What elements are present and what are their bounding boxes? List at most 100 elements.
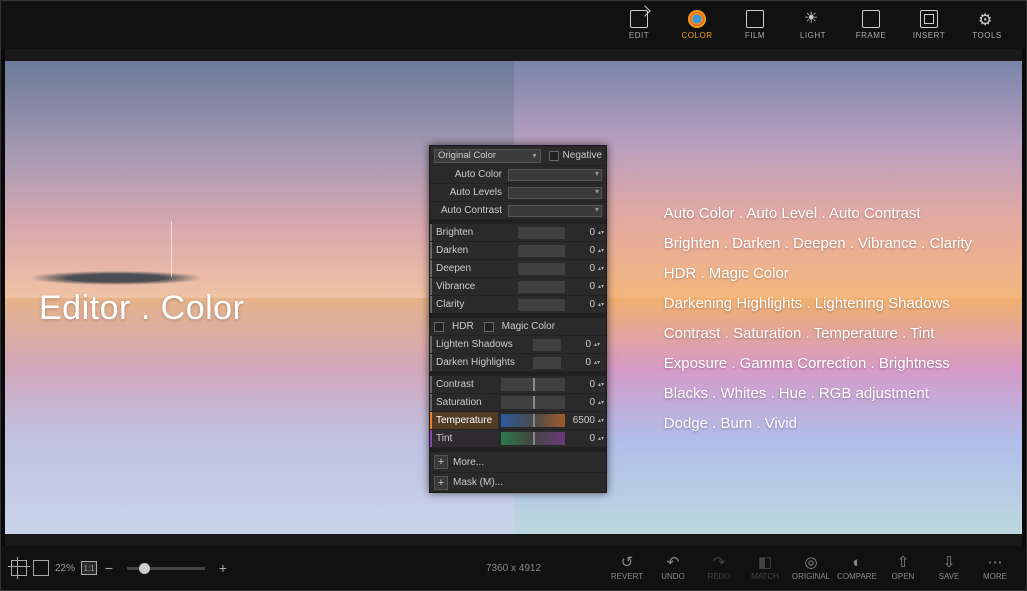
- film-tab[interactable]: FILM: [728, 5, 782, 45]
- vibrance-stepper[interactable]: ▴▾: [596, 284, 606, 290]
- hdr-label: HDR: [452, 321, 474, 332]
- light-tab[interactable]: LIGHT: [786, 5, 840, 45]
- deepen-slider[interactable]: [518, 263, 565, 275]
- hdr-checkbox[interactable]: [434, 322, 444, 332]
- tools-tab[interactable]: TOOLS: [960, 5, 1014, 45]
- save-button[interactable]: ⇩SAVE: [926, 549, 972, 587]
- darken-stepper[interactable]: ▴▾: [596, 248, 606, 254]
- clarity-slider[interactable]: [518, 299, 565, 311]
- auto-levels-select[interactable]: [508, 187, 602, 199]
- zoom-in-button[interactable]: +: [217, 560, 229, 576]
- tint-label: Tint: [430, 430, 498, 447]
- color-wheel-icon: [688, 10, 706, 28]
- undo-button[interactable]: ↶UNDO: [650, 549, 696, 587]
- original-button[interactable]: ◎ORIGINAL: [788, 549, 834, 587]
- clarity-label: Clarity: [430, 296, 515, 313]
- open-button[interactable]: ⇧OPEN: [880, 549, 926, 587]
- crop-icon[interactable]: [11, 560, 27, 576]
- match-button[interactable]: ◧MATCH: [742, 549, 788, 587]
- darken-highlights-slider[interactable]: [533, 357, 561, 369]
- frame-icon: [862, 10, 880, 28]
- vibrance-slider[interactable]: [518, 281, 565, 293]
- temperature-value: 6500: [568, 415, 596, 426]
- magic-color-checkbox[interactable]: [484, 322, 494, 332]
- auto-color-select[interactable]: [508, 169, 602, 181]
- deepen-stepper[interactable]: ▴▾: [596, 266, 606, 272]
- edit-tab[interactable]: EDIT: [612, 5, 666, 45]
- clarity-stepper[interactable]: ▴▾: [596, 302, 606, 308]
- saturation-label: Saturation: [430, 394, 498, 411]
- auto-contrast-label: Auto Contrast: [434, 205, 506, 216]
- tools-tab-label: TOOLS: [972, 31, 1001, 40]
- lighten-shadows-stepper[interactable]: ▴▾: [592, 342, 602, 348]
- deepen-label: Deepen: [430, 260, 515, 277]
- edit-tab-label: EDIT: [629, 31, 649, 40]
- vibrance-label: Vibrance: [430, 278, 515, 295]
- darken-highlights-stepper[interactable]: ▴▾: [592, 360, 602, 366]
- frame-tab[interactable]: FRAME: [844, 5, 898, 45]
- color-tab[interactable]: COLOR: [670, 5, 724, 45]
- tint-slider[interactable]: [501, 432, 565, 445]
- darken-row: Darken0▴▾: [430, 242, 606, 260]
- compare-button[interactable]: ◐COMPARE: [834, 549, 880, 587]
- clarity-row: Clarity 0▴▾: [430, 296, 606, 314]
- clarity-value: 0: [568, 299, 596, 310]
- feature-line: Auto Color . Auto Level . Auto Contrast: [664, 199, 972, 229]
- temperature-row: Temperature 6500▴▾: [430, 412, 606, 430]
- lighten-shadows-label: Lighten Shadows: [430, 336, 530, 353]
- lighten-shadows-slider[interactable]: [533, 339, 561, 351]
- light-tab-label: LIGHT: [800, 31, 826, 40]
- more-button[interactable]: +: [434, 455, 448, 469]
- temperature-slider[interactable]: [501, 414, 565, 427]
- page-title-text: Editor . Color: [39, 289, 244, 327]
- vibrance-row: Vibrance0▴▾: [430, 278, 606, 296]
- darken-highlights-value: 0: [564, 357, 592, 368]
- zoom-percent: 22%: [55, 563, 75, 574]
- canvas[interactable]: Editor . Color Auto Color . Auto Level .…: [5, 49, 1022, 546]
- feature-line: Exposure . Gamma Correction . Brightness: [664, 349, 972, 379]
- page-title: Editor . Color: [39, 289, 244, 328]
- frame-tab-label: FRAME: [856, 31, 887, 40]
- temperature-label: Temperature: [430, 412, 498, 429]
- mask-label: Mask (M)...: [453, 477, 503, 488]
- color-panel: Original Color▾ Negative Auto Color Auto…: [429, 145, 607, 493]
- saturation-stepper[interactable]: ▴▾: [596, 400, 606, 406]
- darken-slider[interactable]: [518, 245, 565, 257]
- match-icon: ◧: [758, 555, 772, 570]
- saturation-row: Saturation 0▴▾: [430, 394, 606, 412]
- darken-highlights-label: Darken Highlights: [430, 354, 530, 371]
- auto-levels-label: Auto Levels: [434, 187, 506, 198]
- one-to-one-button[interactable]: 1:1: [81, 561, 97, 575]
- lighten-shadows-value: 0: [564, 339, 592, 350]
- original-color-select[interactable]: Original Color▾: [434, 149, 541, 163]
- fit-icon[interactable]: [33, 560, 49, 576]
- redo-icon: ↷: [713, 555, 726, 570]
- tint-row: Tint0▴▾: [430, 430, 606, 448]
- more-label: More...: [453, 457, 484, 468]
- more-icon: ⋯: [988, 555, 1003, 570]
- zoom-slider[interactable]: [127, 567, 205, 570]
- revert-button[interactable]: ↺REVERT: [604, 549, 650, 587]
- temperature-stepper[interactable]: ▴▾: [596, 418, 606, 424]
- saturation-slider[interactable]: [501, 396, 565, 409]
- brighten-slider[interactable]: [518, 227, 565, 239]
- contrast-value: 0: [568, 379, 596, 390]
- redo-button[interactable]: ↷REDO: [696, 549, 742, 587]
- auto-contrast-select[interactable]: [508, 205, 602, 217]
- darken-value: 0: [568, 245, 596, 256]
- contrast-stepper[interactable]: ▴▾: [596, 382, 606, 388]
- brighten-stepper[interactable]: ▴▾: [596, 230, 606, 236]
- zoom-out-button[interactable]: −: [103, 560, 115, 576]
- upload-icon: ⇧: [897, 555, 910, 570]
- negative-checkbox[interactable]: [549, 151, 559, 161]
- saturation-value: 0: [568, 397, 596, 408]
- insert-tab[interactable]: INSERT: [902, 5, 956, 45]
- film-icon: [746, 10, 764, 28]
- contrast-slider[interactable]: [501, 378, 565, 391]
- chevron-down-icon: ▾: [533, 151, 537, 160]
- mask-button[interactable]: +: [434, 476, 448, 490]
- more-menu-button[interactable]: ⋯MORE: [972, 549, 1018, 587]
- tint-stepper[interactable]: ▴▾: [596, 436, 606, 442]
- negative-label: Negative: [563, 150, 602, 161]
- compare-icon: ◐: [852, 555, 861, 570]
